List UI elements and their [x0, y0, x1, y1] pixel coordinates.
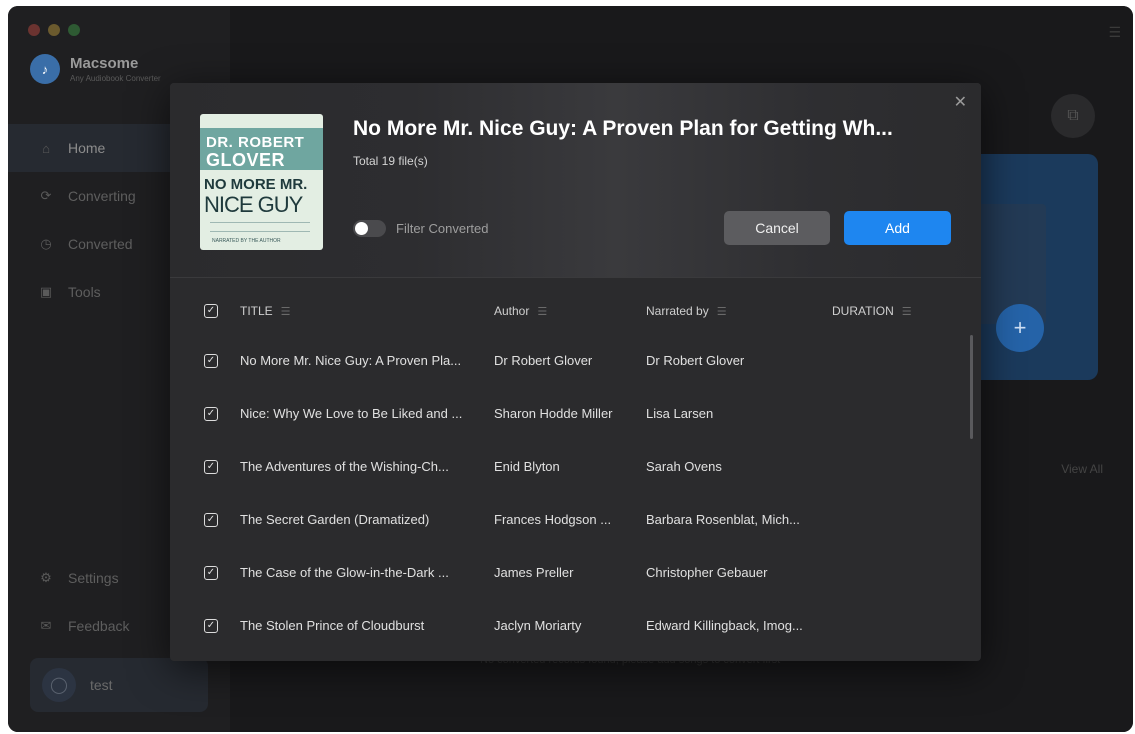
select-all-checkbox[interactable]: ✓ [204, 304, 218, 318]
home-icon: ⌂ [42, 140, 50, 156]
row-checkbox[interactable]: ✓ [204, 459, 218, 474]
cell-narrated: Barbara Rosenblat, Mich... [646, 512, 800, 527]
table-header: ✓ TITLE ☰ Author ☰ Narrated by ☰ DURATION ☰ [170, 288, 981, 334]
clock-icon: ◷ [40, 236, 52, 251]
close-window-button[interactable] [28, 24, 40, 36]
cell-narrated: Sarah Ovens [646, 459, 722, 474]
table-row[interactable]: ✓ The Stolen Prince of Cloudburst Jaclyn… [170, 599, 981, 652]
filter-converted-toggle[interactable] [353, 220, 386, 237]
file-table: ✓ TITLE ☰ Author ☰ Narrated by ☰ DURATION ☰ … [170, 288, 981, 652]
dialog-title: No More Mr. Nice Guy: A Proven Plan for … [353, 117, 893, 140]
cover-rule [210, 222, 310, 232]
view-all-link[interactable]: View All [1061, 462, 1103, 476]
sidebar-item-label: Settings [68, 570, 119, 586]
cell-author: Jaclyn Moriarty [494, 618, 582, 633]
zoom-window-button[interactable] [68, 24, 80, 36]
app-name: Macsome [70, 55, 139, 72]
cell-narrated: Lisa Larsen [646, 406, 714, 421]
cell-author: Dr Robert Glover [494, 353, 593, 368]
row-checkbox[interactable]: ✓ [204, 618, 218, 633]
sort-icon: ☰ [901, 306, 912, 318]
table-row[interactable]: ✓ The Case of the Glow-in-the-Dark ... J… [170, 546, 981, 599]
column-narrated[interactable]: Narrated by ☰ [646, 304, 832, 318]
row-checkbox[interactable]: ✓ [204, 565, 218, 580]
cell-narrated: Dr Robert Glover [646, 353, 745, 368]
toggle-knob [355, 222, 368, 235]
cell-narrated: Christopher Gebauer [646, 565, 768, 580]
column-duration[interactable]: DURATION ☰ [832, 304, 932, 318]
column-author[interactable]: Author ☰ [494, 304, 646, 318]
column-label: TITLE [240, 304, 273, 318]
row-checkbox[interactable]: ✓ [204, 353, 218, 368]
cell-author: Enid Blyton [494, 459, 560, 474]
sort-icon: ☰ [280, 306, 291, 318]
plus-icon: + [996, 304, 1044, 352]
cell-author: James Preller [494, 565, 574, 580]
add-audiobook-card[interactable]: + [970, 154, 1098, 380]
cell-narrated: Edward Killingback, Imog... [646, 618, 803, 633]
table-row[interactable]: ✓ No More Mr. Nice Guy: A Proven Pla... … [170, 334, 981, 387]
column-label: Author [494, 304, 530, 318]
app-logo-icon: ♪ [30, 54, 60, 84]
mail-icon: ✉ [40, 618, 52, 633]
cell-title: No More Mr. Nice Guy: A Proven Pla... [240, 353, 462, 368]
sort-icon: ☰ [537, 306, 548, 318]
book-cover: DR. ROBERT GLOVER NO MORE MR. NICE GUY N… [200, 114, 323, 250]
sidebar-item-label: Feedback [68, 618, 130, 634]
add-files-dialog: DR. ROBERT GLOVER NO MORE MR. NICE GUY N… [170, 83, 981, 661]
cover-text: GLOVER [206, 150, 286, 170]
user-profile[interactable]: ◯ test [30, 658, 208, 712]
gear-icon: ⚙ [40, 570, 52, 585]
table-row[interactable]: ✓ The Adventures of the Wishing-Ch... En… [170, 440, 981, 493]
cell-title: The Case of the Glow-in-the-Dark ... [240, 565, 449, 580]
avatar: ◯ [42, 668, 76, 702]
column-title[interactable]: TITLE ☰ [240, 304, 494, 318]
sidebar-item-label: Home [68, 140, 106, 156]
cover-text: NICE GUY [204, 192, 303, 217]
column-label: Narrated by [646, 304, 709, 318]
window-controls [28, 24, 80, 36]
cover-text: DR. ROBERT [206, 134, 305, 151]
row-checkbox[interactable]: ✓ [204, 512, 218, 527]
cell-author: Frances Hodgson ... [494, 512, 612, 527]
table-scrollbar[interactable] [970, 335, 973, 439]
file-count: Total 19 file(s) [353, 154, 428, 168]
row-checkbox[interactable]: ✓ [204, 406, 218, 421]
sidebar-item-label: Converted [68, 236, 133, 252]
cancel-button[interactable]: Cancel [724, 211, 830, 245]
user-name: test [90, 677, 113, 693]
column-label: DURATION [832, 304, 894, 318]
sync-icon: ⟳ [40, 188, 52, 203]
sidebar-item-label: Tools [68, 284, 101, 300]
filter-converted-label: Filter Converted [396, 221, 489, 236]
cell-title: The Secret Garden (Dramatized) [240, 512, 430, 527]
copy-icon[interactable]: ⧉ [1051, 94, 1095, 138]
minimize-window-button[interactable] [48, 24, 60, 36]
dialog-header: DR. ROBERT GLOVER NO MORE MR. NICE GUY N… [170, 83, 981, 278]
cell-author: Sharon Hodde Miller [494, 406, 613, 421]
filter-converted: Filter Converted [353, 220, 488, 237]
brand: ♪ Macsome Any Audiobook Converter [30, 54, 161, 84]
sidebar-item-label: Converting [68, 188, 136, 204]
add-button[interactable]: Add [844, 211, 951, 245]
close-icon[interactable]: ✕ [954, 92, 967, 112]
cell-title: The Stolen Prince of Cloudburst [240, 618, 425, 633]
sort-icon: ☰ [716, 306, 727, 318]
toolbox-icon: ▣ [39, 284, 53, 299]
cover-text: NARRATED BY THE AUTHOR [212, 238, 281, 244]
app-subtitle: Any Audiobook Converter [70, 74, 161, 83]
cell-title: Nice: Why We Love to Be Liked and ... [240, 406, 463, 421]
table-row[interactable]: ✓ Nice: Why We Love to Be Liked and ... … [170, 387, 981, 440]
cover-text: NO MORE MR. [204, 176, 308, 193]
cell-title: The Adventures of the Wishing-Ch... [240, 459, 449, 474]
table-row[interactable]: ✓ The Secret Garden (Dramatized) Frances… [170, 493, 981, 546]
menu-icon[interactable]: ☰ [1108, 24, 1121, 41]
